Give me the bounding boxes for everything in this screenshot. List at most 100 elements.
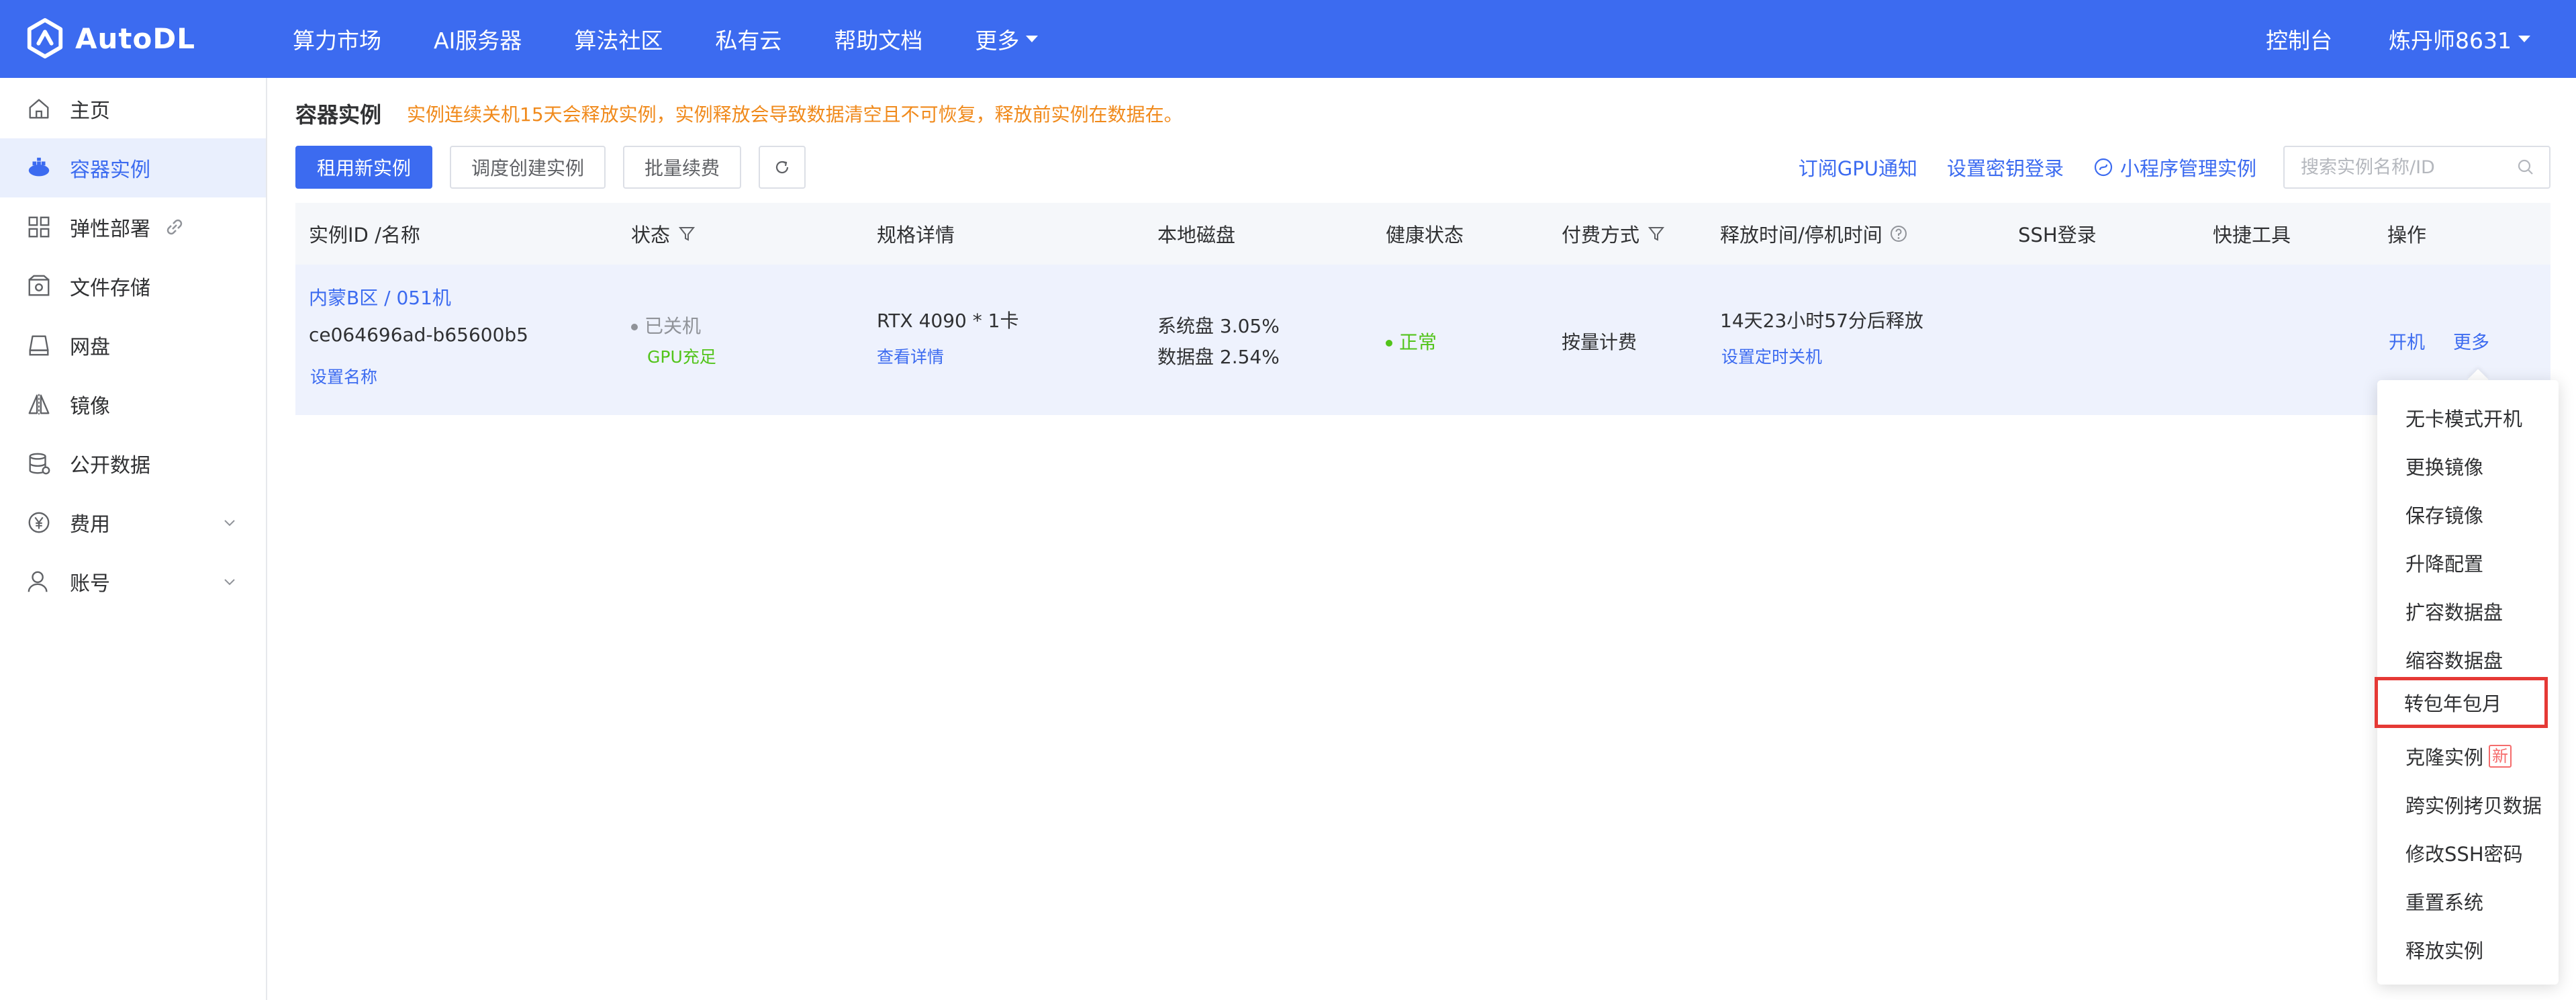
filter-icon[interactable]: [678, 225, 696, 242]
new-badge: 新: [2489, 745, 2512, 768]
toolbar-right: 订阅GPU通知 设置密钥登录 小程序管理实例: [1769, 145, 2550, 189]
help-icon[interactable]: [1889, 224, 1908, 243]
instance-table: 实例ID /名称 状态 规格详情 本地磁盘 健康状态 付费方式 释放时间/停机时…: [295, 203, 2550, 415]
filter-icon[interactable]: [1648, 225, 1665, 242]
batch-renew-button[interactable]: 批量续费: [623, 146, 742, 189]
search-icon[interactable]: [2517, 158, 2534, 176]
header-ssh: SSH登录: [2018, 224, 2097, 246]
status-text: 已关机: [645, 315, 702, 337]
sidebar-item-elastic-deploy[interactable]: 弹性部署: [0, 197, 266, 257]
menu-item-change-ssh-password[interactable]: 修改SSH密码: [2377, 829, 2559, 877]
menu-item-shrink-data-disk[interactable]: 缩容数据盘: [2377, 635, 2559, 684]
console-link[interactable]: 控制台: [2266, 23, 2332, 55]
sidebar-item-public-data[interactable]: 公开数据: [0, 434, 266, 493]
menu-item-release-instance[interactable]: 释放实例: [2377, 925, 2559, 974]
sidebar-item-billing[interactable]: 费用: [0, 493, 266, 552]
set-shutdown-link[interactable]: 设置定时关机: [1721, 344, 1822, 368]
top-right-menu: 控制台 炼丹师8631: [2209, 0, 2530, 78]
set-key-login-link[interactable]: 设置密钥登录: [1947, 153, 2064, 181]
gpu-status: GPU充足: [647, 347, 716, 367]
autodl-logo-icon: [27, 17, 63, 59]
top-navbar: AutoDL 算力市场 AI服务器 算法社区 私有云 帮助文档 更多 控制台 炼…: [0, 0, 2576, 78]
sidebar-item-container-instances[interactable]: 容器实例: [0, 138, 266, 197]
search-input[interactable]: [2299, 156, 2503, 179]
brand-name: AutoDL: [75, 21, 195, 55]
header-health: 健康状态: [1386, 224, 1464, 246]
username: 炼丹师8631: [2389, 28, 2512, 54]
storage-icon: [26, 273, 52, 300]
logo[interactable]: AutoDL: [24, 16, 195, 60]
instance-region-name[interactable]: 内蒙B区 / 051机: [309, 283, 451, 310]
health-status: 正常: [1386, 328, 1437, 355]
nav-item-private-cloud[interactable]: 私有云: [715, 23, 781, 55]
menu-item-convert-monthly[interactable]: 转包年包月: [2375, 677, 2548, 728]
status-dot: [631, 324, 638, 330]
container-icon: [26, 154, 52, 181]
header-spec: 规格详情: [877, 224, 955, 246]
set-name-link[interactable]: 设置名称: [310, 364, 377, 388]
menu-item-cross-copy-data[interactable]: 跨实例拷贝数据: [2377, 780, 2559, 829]
menu-item-expand-data-disk[interactable]: 扩容数据盘: [2377, 587, 2559, 635]
sidebar: 主页 容器实例 弹性部署 文件存储 网盘 镜像 公开数据 费用 账号: [0, 78, 267, 1000]
header-tools: 快捷工具: [2213, 224, 2291, 246]
header-release: 释放时间/停机时间: [1720, 203, 1908, 265]
nav-item-help-docs[interactable]: 帮助文档: [834, 23, 922, 55]
refresh-button[interactable]: [759, 146, 806, 189]
rent-new-instance-button[interactable]: 租用新实例: [295, 146, 433, 189]
more-ops-dropdown: 无卡模式开机 更换镜像 保存镜像 升降配置 扩容数据盘 缩容数据盘 转包年包月 …: [2375, 380, 2559, 985]
header-status-label: 状态: [631, 224, 671, 246]
nav-item-more[interactable]: 更多: [975, 23, 1039, 55]
billing-type: 按量计费: [1562, 331, 1637, 353]
link-icon: [166, 219, 183, 235]
menu-item-cardless-start[interactable]: 无卡模式开机: [2377, 394, 2559, 442]
menu-item-change-config[interactable]: 升降配置: [2377, 539, 2559, 587]
nav-item-ai-server[interactable]: AI服务器: [434, 23, 522, 55]
caret-down-icon: [1026, 36, 1039, 42]
schedule-create-instance-button[interactable]: 调度创建实例: [450, 146, 606, 189]
instance-id: ce064696ad-b65600b5: [309, 324, 528, 346]
database-icon: [26, 450, 52, 477]
header-release-label: 释放时间/停机时间: [1720, 224, 1882, 246]
nav-more-label: 更多: [975, 28, 1020, 54]
system-disk-usage: 系统盘 3.05%: [1157, 315, 1280, 337]
health-dot: [1386, 340, 1392, 347]
menu-item-change-image[interactable]: 更换镜像: [2377, 442, 2559, 490]
header-id-name: 实例ID /名称: [309, 224, 420, 246]
sidebar-item-label: 容器实例: [70, 158, 150, 182]
user-icon: [26, 568, 52, 595]
table-header: 实例ID /名称 状态 规格详情 本地磁盘 健康状态 付费方式 释放时间/停机时…: [295, 203, 2550, 265]
view-detail-link[interactable]: 查看详情: [877, 344, 944, 368]
sidebar-item-label: 文件存储: [70, 277, 150, 300]
start-button[interactable]: 开机: [2389, 328, 2425, 354]
header-status: 状态: [631, 203, 696, 265]
sidebar-item-images[interactable]: 镜像: [0, 375, 266, 434]
mini-program-link[interactable]: 小程序管理实例: [2093, 153, 2256, 181]
title-row: 容器实例 实例连续关机15天会释放实例，实例释放会导致数据清空且不可恢复，释放前…: [295, 98, 1183, 129]
clone-instance-label: 克隆实例: [2405, 746, 2484, 769]
sidebar-item-file-storage[interactable]: 文件存储: [0, 257, 266, 316]
sidebar-item-label: 弹性部署: [70, 218, 150, 241]
caret-down-icon: [2518, 36, 2530, 42]
mini-program-label: 小程序管理实例: [2119, 157, 2256, 180]
header-billing-label: 付费方式: [1562, 224, 1640, 246]
menu-item-clone-instance[interactable]: 克隆实例 新: [2377, 732, 2559, 780]
user-menu[interactable]: 炼丹师8631: [2389, 23, 2530, 55]
table-row: 内蒙B区 / 051机 ce064696ad-b65600b5 设置名称 已关机…: [295, 265, 2550, 415]
mirror-icon: [26, 391, 52, 418]
menu-item-save-image[interactable]: 保存镜像: [2377, 490, 2559, 539]
refresh-icon: [775, 161, 789, 174]
sidebar-item-netdisk[interactable]: 网盘: [0, 316, 266, 375]
subscribe-gpu-link[interactable]: 订阅GPU通知: [1799, 153, 1917, 181]
main-content: 容器实例 实例连续关机15天会释放实例，实例释放会导致数据清空且不可恢复，释放前…: [267, 78, 2576, 1000]
release-time: 14天23小时57分后释放: [1720, 310, 1923, 332]
sidebar-item-account[interactable]: 账号: [0, 552, 266, 611]
gpu-spec: RTX 4090 * 1卡: [877, 310, 1019, 332]
menu-item-reset-system[interactable]: 重置系统: [2377, 877, 2559, 925]
sidebar-item-home[interactable]: 主页: [0, 79, 266, 138]
sidebar-item-label: 账号: [70, 572, 110, 596]
nav-item-algorithm-community[interactable]: 算法社区: [574, 23, 663, 55]
yen-icon: [26, 509, 52, 536]
more-ops-button[interactable]: 更多: [2453, 328, 2489, 354]
status-badge: 已关机: [631, 312, 701, 338]
nav-item-compute-market[interactable]: 算力市场: [293, 23, 381, 55]
